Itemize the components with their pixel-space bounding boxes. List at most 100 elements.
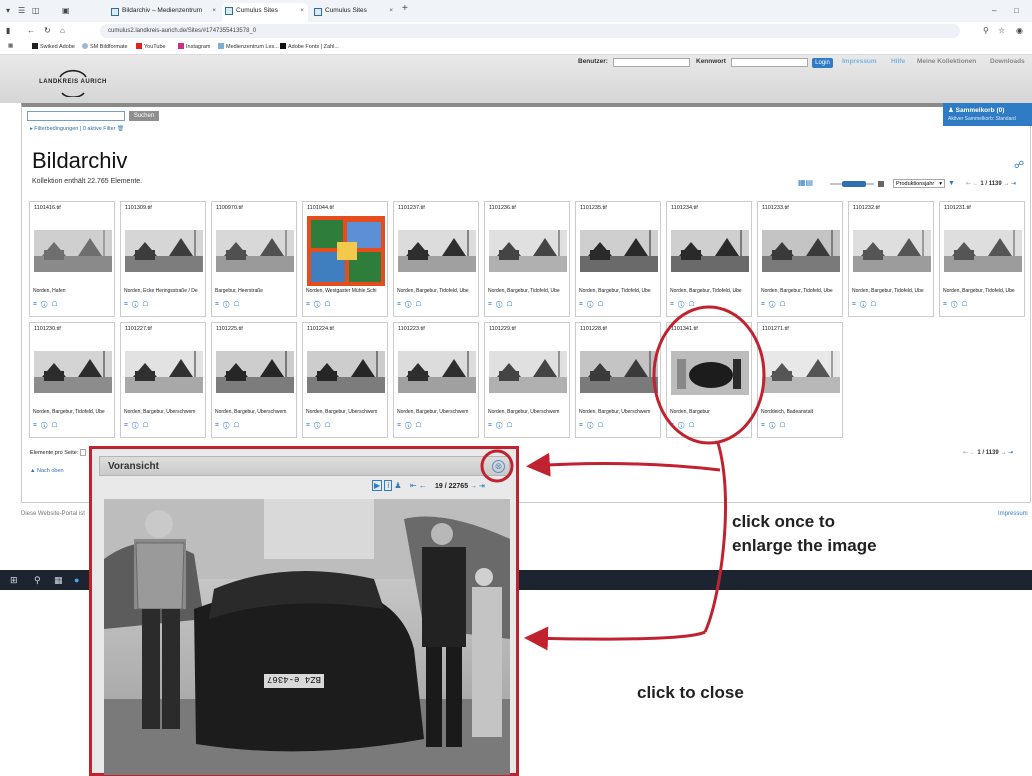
size-slider[interactable] — [828, 180, 886, 188]
thumbnail-action-icons[interactable]: ⌗ ⓘ ☖ — [670, 421, 696, 430]
tab-cumulus-sites[interactable]: Cumulus Sites × — [311, 5, 397, 21]
tab-menu-icon[interactable]: ▾ — [6, 6, 10, 15]
bookmark-item[interactable]: YouTube — [136, 43, 166, 50]
task-view-icon[interactable]: ▦ — [54, 575, 63, 586]
bookmark-item[interactable]: Medienzentrum Les... — [218, 43, 279, 50]
thumbnail-action-icons[interactable]: ⌗ ⓘ ☖ — [943, 300, 969, 309]
thumbnail-action-icons[interactable]: ⌗ ⓘ ☖ — [852, 300, 878, 309]
thumbnail-image[interactable] — [762, 216, 840, 286]
next-page-icon[interactable]: → — [1003, 181, 1009, 187]
next-page-icon[interactable]: → — [1000, 450, 1006, 456]
maximize-icon[interactable]: □ — [1014, 6, 1019, 15]
edge-browser-icon[interactable]: ● — [74, 575, 79, 585]
thumbnail-image[interactable] — [580, 337, 658, 407]
footer-impressum-link[interactable]: Impressum — [998, 511, 1028, 517]
bookmark-item[interactable]: Adobe Fonts | Zahl... — [280, 43, 339, 50]
search-button[interactable]: Suchen — [129, 111, 159, 121]
tab-bildarchiv[interactable]: Bildarchiv – Medienzentrum × — [108, 5, 220, 21]
thumbnail-action-icons[interactable]: ⌗ ⓘ ☖ — [488, 300, 514, 309]
thumbnail-image[interactable] — [125, 337, 203, 407]
prev-image-icon[interactable]: ← — [419, 481, 427, 490]
url-field[interactable]: cumulus2.landkreis-aurich.de/Sites/#1747… — [100, 24, 960, 38]
sort-select[interactable]: Produktionsjahr ▾ — [893, 179, 945, 188]
thumbnail-card[interactable]: 1101225.tif Norden, Bargebur, Uberschwem ⌗… — [211, 322, 297, 438]
thumbnail-image[interactable] — [398, 216, 476, 286]
thumbnail-image[interactable] — [125, 216, 203, 286]
tab-cumulus-sites-active[interactable]: Cumulus Sites × — [222, 3, 308, 22]
thumbnail-card[interactable]: 1101235.tif Norden, Bargebur, Tidofeld, U… — [575, 201, 661, 317]
thumbnail-card[interactable]: 1101233.tif Norden, Bargebur, Tidofeld, U… — [757, 201, 843, 317]
sidebar-icon[interactable]: ▮ — [6, 26, 10, 35]
thumbnail-image[interactable] — [671, 337, 749, 407]
minimize-icon[interactable]: – — [992, 6, 996, 15]
play-icon[interactable]: ▶ — [372, 480, 383, 491]
thumbnail-card[interactable]: 1101228.tif Norden, Bargebur, Uberschwem ⌗… — [575, 322, 661, 438]
thumbnail-card[interactable]: 1101231.tif Norden, Bargebur, Tidofeld, U… — [939, 201, 1025, 317]
collections-icon[interactable]: ◫ — [32, 6, 40, 15]
favorite-star-icon[interactable]: ☆ — [998, 26, 1005, 35]
apps-icon[interactable]: ▦ — [8, 43, 13, 49]
first-page-icon[interactable]: ⇤ — [966, 181, 971, 187]
thumbnail-action-icons[interactable]: ⌗ ⓘ ☖ — [124, 300, 150, 309]
per-page-select[interactable] — [79, 449, 86, 456]
thumbnail-action-icons[interactable]: ⌗ ⓘ ☖ — [579, 421, 605, 430]
bookmark-item[interactable]: Instagram — [178, 43, 210, 50]
thumbnail-card[interactable]: 1101044.tif Norden, Westgaster Mühle,Schi… — [302, 201, 388, 317]
thumbnail-card[interactable]: 1101230.tif Norden, Bargebur, Tidofeld, U… — [29, 322, 115, 438]
login-button[interactable]: Login — [812, 58, 833, 68]
thumbnail-card[interactable]: 1101236.tif Norden, Bargebur, Tidofeld, U… — [484, 201, 570, 317]
sort-direction-icon[interactable]: ▼ — [948, 180, 955, 187]
thumbnail-action-icons[interactable]: ⌗ ⓘ ☖ — [124, 421, 150, 430]
zoom-icon[interactable]: ⚲ — [983, 26, 989, 35]
reload-icon[interactable]: ↻ — [44, 26, 51, 35]
thumbnail-image[interactable] — [307, 337, 385, 407]
workspaces-icon[interactable]: ▣ — [62, 6, 70, 15]
thumbnail-action-icons[interactable]: ⌗ ⓘ ☖ — [488, 421, 514, 430]
thumbnail-card[interactable]: 1101223.tif Norden, Bargebur, Uberschwem ⌗… — [393, 322, 479, 438]
home-icon[interactable]: ⌂ — [60, 26, 65, 35]
thumbnail-card[interactable]: 1101237.tif Norden, Bargebur, Tidofeld, U… — [393, 201, 479, 317]
tab-close-icon[interactable]: × — [389, 5, 393, 17]
preview-image[interactable]: BZ4 e-4367 — [104, 499, 510, 775]
thumbnail-image[interactable] — [853, 216, 931, 286]
thumbnail-image[interactable] — [34, 216, 112, 286]
landkreis-aurich-logo[interactable]: LANDKREIS AURICH — [38, 63, 108, 99]
search-icon[interactable]: ⚲ — [34, 575, 41, 586]
impressum-link[interactable]: Impressum — [842, 58, 877, 65]
thumbnail-image[interactable] — [671, 216, 749, 286]
thumbnail-image[interactable] — [489, 337, 567, 407]
thumbnail-image[interactable] — [34, 337, 112, 407]
username-field[interactable] — [613, 58, 690, 67]
thumbnail-action-icons[interactable]: ⌗ ⓘ ☖ — [33, 300, 59, 309]
thumbnail-card[interactable]: 1100970.tif Bargebur, Heerstraße ⌗ ⓘ ☖ — [211, 201, 297, 317]
thumbnail-card[interactable]: 1101229.tif Norden, Bargebur, Uberschwem ⌗… — [484, 322, 570, 438]
new-tab-button[interactable]: + — [402, 3, 408, 14]
thumbnail-action-icons[interactable]: ⌗ ⓘ ☖ — [397, 300, 423, 309]
last-page-icon[interactable]: ⇥ — [1011, 181, 1016, 187]
trash-icon[interactable]: 🗑 — [116, 126, 124, 132]
help-link[interactable]: Hilfe — [891, 58, 905, 65]
password-field[interactable] — [731, 58, 808, 67]
thumbnail-image[interactable] — [398, 337, 476, 407]
export-icon[interactable]: ☍ — [1014, 160, 1024, 171]
thumbnail-card[interactable]: 1101234.tif Norden, Bargebur, Tidofeld, U… — [666, 201, 752, 317]
last-page-icon[interactable]: ⇥ — [1008, 450, 1013, 456]
tab-close-icon[interactable]: × — [300, 3, 304, 19]
prev-page-icon[interactable]: ← — [970, 450, 976, 456]
downloads-link[interactable]: Downloads — [990, 58, 1025, 65]
thumbnail-action-icons[interactable]: ⌗ ⓘ ☖ — [215, 421, 241, 430]
close-icon[interactable]: ⊗ — [492, 460, 505, 473]
search-input[interactable] — [27, 111, 125, 121]
thumbnail-action-icons[interactable]: ⌗ ⓘ ☖ — [215, 300, 241, 309]
thumbnail-image[interactable] — [489, 216, 567, 286]
back-icon[interactable]: ← — [27, 26, 35, 35]
bookmark-item[interactable]: SM Bildformate — [82, 43, 128, 50]
thumbnail-image[interactable] — [944, 216, 1022, 286]
basket-panel[interactable]: ♟ Sammelkorb (0) Aktiver Sammelkorb: Sta… — [943, 103, 1032, 126]
back-to-top-link[interactable]: ▲ Nach oben — [30, 468, 64, 474]
thumbnail-action-icons[interactable]: ⌗ ⓘ ☖ — [397, 421, 423, 430]
thumbnail-action-icons[interactable]: ⌗ ⓘ ☖ — [761, 421, 787, 430]
extensions-icon[interactable]: ◉ — [1016, 26, 1023, 35]
filter-conditions-link[interactable]: ▸ Filterbedingungen | 0 aktive Filter 🗑 — [30, 126, 124, 132]
thumbnail-card[interactable]: 1101309.tif Norden, Ecke Heringsstraße / … — [120, 201, 206, 317]
